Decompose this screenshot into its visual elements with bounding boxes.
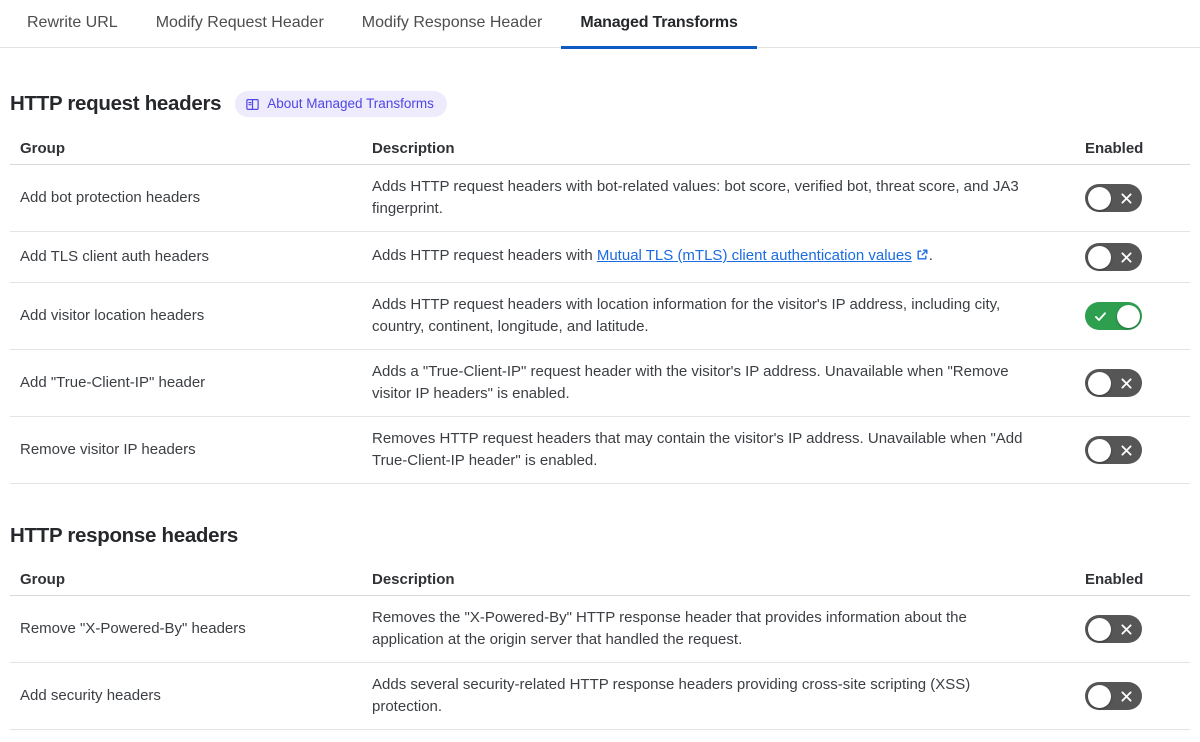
tab-modify-request-header[interactable]: Modify Request Header [137, 13, 343, 47]
about-managed-transforms-badge[interactable]: About Managed Transforms [235, 91, 447, 117]
enabled-toggle[interactable] [1085, 682, 1142, 710]
external-link-icon [915, 249, 929, 266]
request-headers-table: Group Description Enabled Add bot protec… [10, 133, 1190, 484]
column-header-description: Description [362, 133, 1075, 165]
x-icon [1120, 690, 1133, 703]
description-cell: Adds a "True-Client-IP" request header w… [362, 349, 1075, 417]
description-cell: Adds HTTP request headers with bot-relat… [362, 164, 1075, 232]
column-header-group: Group [10, 564, 362, 596]
mtls-doc-link[interactable]: Mutual TLS (mTLS) client authentication … [597, 247, 912, 264]
group-cell: Remove visitor IP headers [10, 416, 362, 484]
description-text: Adds HTTP request headers with [372, 247, 597, 264]
toggle-knob [1087, 684, 1111, 708]
table-header-row: Group Description Enabled [10, 133, 1190, 165]
group-cell: Add "True-Client-IP" header [10, 349, 362, 417]
toggle-knob [1087, 438, 1111, 462]
description-cell: Adds several security-related HTTP respo… [362, 662, 1075, 730]
request-headers-section-header: HTTP request headers About Managed Trans… [10, 91, 1190, 117]
enabled-toggle[interactable] [1085, 184, 1142, 212]
column-header-enabled: Enabled [1075, 564, 1190, 596]
table-row: Remove "X-Powered-By" headers Removes th… [10, 595, 1190, 663]
column-header-enabled: Enabled [1075, 133, 1190, 165]
group-cell: Add bot protection headers [10, 164, 362, 232]
table-row: Add visitor location headers Adds HTTP r… [10, 282, 1190, 350]
badge-label: About Managed Transforms [267, 96, 434, 111]
table-row: Add "True-Client-IP" header Adds a "True… [10, 349, 1190, 417]
description-cell: Removes HTTP request headers that may co… [362, 416, 1075, 484]
toggle-knob [1087, 371, 1111, 395]
enabled-toggle[interactable] [1085, 243, 1142, 271]
enabled-toggle[interactable] [1085, 302, 1142, 330]
column-header-description: Description [362, 564, 1075, 596]
check-icon [1094, 310, 1107, 323]
table-row: Add security headers Adds several securi… [10, 662, 1190, 730]
group-cell: Add visitor location headers [10, 282, 362, 350]
tab-modify-response-header[interactable]: Modify Response Header [343, 13, 562, 47]
x-icon [1120, 444, 1133, 457]
enabled-toggle[interactable] [1085, 369, 1142, 397]
response-headers-title: HTTP response headers [10, 524, 239, 547]
description-cell: Adds HTTP request headers with location … [362, 282, 1075, 350]
enabled-toggle[interactable] [1085, 436, 1142, 464]
toggle-knob [1087, 245, 1111, 269]
x-icon [1120, 251, 1133, 264]
book-icon [245, 97, 260, 112]
request-headers-title: HTTP request headers [10, 92, 222, 115]
tab-rewrite-url[interactable]: Rewrite URL [8, 13, 137, 47]
x-icon [1120, 377, 1133, 390]
group-cell: Remove "X-Powered-By" headers [10, 595, 362, 663]
table-row: Add bot protection headers Adds HTTP req… [10, 164, 1190, 232]
response-headers-section-header: HTTP response headers [10, 524, 1190, 548]
toggle-knob [1087, 617, 1111, 641]
enabled-toggle[interactable] [1085, 615, 1142, 643]
description-cell: Adds HTTP request headers with Mutual TL… [362, 231, 1075, 283]
toggle-knob [1116, 304, 1140, 328]
x-icon [1120, 623, 1133, 636]
table-row: Add TLS client auth headers Adds HTTP re… [10, 231, 1190, 283]
response-headers-table: Group Description Enabled Remove "X-Powe… [10, 564, 1190, 730]
tab-bar: Rewrite URL Modify Request Header Modify… [0, 0, 1200, 49]
table-row: Remove visitor IP headers Removes HTTP r… [10, 416, 1190, 484]
table-header-row: Group Description Enabled [10, 564, 1190, 596]
description-cell: Removes the "X-Powered-By" HTTP response… [362, 595, 1075, 663]
toggle-knob [1087, 186, 1111, 210]
column-header-group: Group [10, 133, 362, 165]
description-text: . [928, 247, 933, 264]
x-icon [1120, 192, 1133, 205]
tab-managed-transforms[interactable]: Managed Transforms [561, 13, 758, 49]
group-cell: Add TLS client auth headers [10, 231, 362, 283]
group-cell: Add security headers [10, 662, 362, 730]
